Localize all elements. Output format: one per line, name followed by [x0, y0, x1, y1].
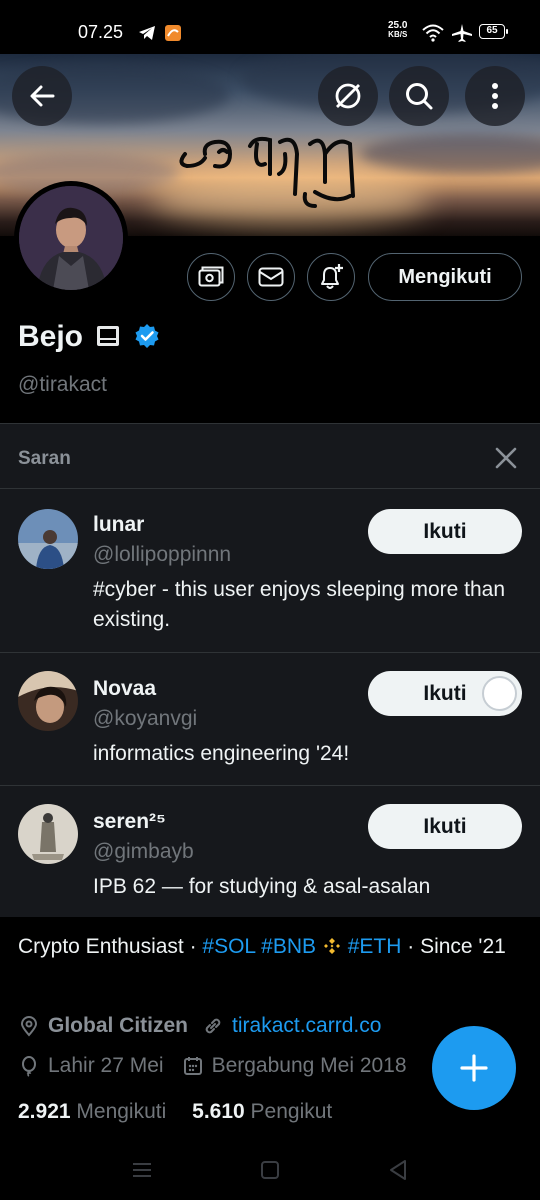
- follow-button[interactable]: Ikuti: [368, 804, 522, 849]
- notebook-emoji-icon: [97, 326, 120, 346]
- system-navigation-bar: [0, 1140, 540, 1200]
- network-speed: 25.0 KB/S: [388, 20, 408, 40]
- verified-badge-icon[interactable]: [134, 323, 160, 349]
- notifications-button[interactable]: [307, 253, 355, 301]
- home-button[interactable]: [256, 1156, 284, 1184]
- bnb-logo-icon: [323, 938, 340, 954]
- link-icon: [205, 1018, 221, 1034]
- back-button[interactable]: [12, 66, 72, 126]
- follow-button[interactable]: Ikuti: [368, 671, 522, 716]
- suggestion-avatar[interactable]: [18, 671, 78, 731]
- suggestion-item[interactable]: Novaa @koyanvgi informatics engineering …: [0, 652, 540, 785]
- message-button[interactable]: [247, 253, 295, 301]
- telegram-icon: [139, 26, 155, 40]
- search-button[interactable]: [389, 66, 449, 126]
- following-button[interactable]: Mengikuti: [368, 253, 522, 301]
- meta-dates-row: Lahir 27 Mei Bergabung Mei 2018: [18, 1054, 407, 1078]
- status-bar: 07.25 25.0 KB/S 65: [0, 0, 540, 54]
- tip-button[interactable]: [187, 253, 235, 301]
- close-icon[interactable]: [494, 446, 518, 470]
- suggestions-title: Saran: [18, 448, 71, 469]
- app-notification-icon: [165, 25, 181, 41]
- suggestions-panel: Saran lunar @lollipoppinnn #cyber - this…: [0, 423, 540, 917]
- banner-script-logo: [179, 136, 355, 208]
- grok-button[interactable]: [318, 66, 378, 126]
- suggestion-bio: informatics engineering '24!: [93, 742, 350, 765]
- plus-icon: [460, 1054, 488, 1082]
- hashtag-eth[interactable]: #ETH: [348, 935, 402, 958]
- suggestion-avatar[interactable]: [18, 804, 78, 864]
- more-vertical-icon: [492, 83, 498, 109]
- menu-lines-icon: [133, 1163, 151, 1177]
- suggestion-name[interactable]: seren²⁵: [93, 810, 166, 834]
- suggestion-handle: @gimbayb: [93, 840, 194, 863]
- suggestion-item[interactable]: seren²⁵ @gimbayb IPB 62 — for studying &…: [0, 785, 540, 918]
- search-icon: [406, 83, 433, 110]
- recent-apps-button[interactable]: [128, 1156, 156, 1184]
- follow-button[interactable]: Ikuti: [368, 509, 522, 554]
- wifi-icon: [422, 24, 444, 42]
- envelope-icon: [258, 267, 284, 287]
- following-count-link[interactable]: 2.921 Mengikuti: [18, 1100, 166, 1123]
- profile-handle: @tirakact: [18, 373, 108, 396]
- suggestion-name[interactable]: lunar: [93, 513, 144, 537]
- profile-bio: Crypto Enthusiast · #SOL #BNB #ETH · Sin…: [18, 935, 506, 958]
- battery-indicator: 65: [479, 24, 508, 39]
- location-pin-icon: [20, 1016, 38, 1037]
- suggestion-handle: @lollipoppinnn: [93, 543, 232, 566]
- follow-counts: 2.921 Mengikuti 5.610 Pengikut: [18, 1100, 332, 1124]
- joined-text: Bergabung Mei 2018: [211, 1054, 407, 1077]
- profile-name-row: Bejo: [18, 320, 160, 354]
- hashtag-sol[interactable]: #SOL: [202, 935, 255, 958]
- suggestion-bio: IPB 62 — for studying & asal-asalan: [93, 875, 431, 898]
- more-options-button[interactable]: [465, 66, 525, 126]
- money-tip-icon: [198, 266, 224, 287]
- birthday-text: Lahir 27 Mei: [48, 1054, 164, 1077]
- airplane-mode-icon: [452, 24, 472, 42]
- suggestion-item[interactable]: lunar @lollipoppinnn #cyber - this user …: [0, 488, 540, 652]
- location-text: Global Citizen: [48, 1014, 189, 1037]
- balloon-icon: [22, 1056, 36, 1077]
- follow-button-label: Ikuti: [423, 681, 467, 705]
- arrow-left-icon: [30, 85, 55, 107]
- avatar-photo: [19, 186, 123, 290]
- suggestion-handle: @koyanvgi: [93, 707, 198, 730]
- suggestion-avatar[interactable]: [18, 509, 78, 569]
- square-home-icon: [261, 1161, 279, 1179]
- suggestion-name[interactable]: Novaa: [93, 677, 156, 701]
- profile-avatar[interactable]: [14, 181, 128, 295]
- meta-location-row: Global Citizen tirakact.carrd.co: [18, 1014, 381, 1038]
- compose-post-button[interactable]: [432, 1026, 516, 1110]
- hashtag-bnb[interactable]: #BNB: [261, 935, 316, 958]
- suggestion-bio: #cyber - this user enjoys sleeping more …: [93, 578, 506, 631]
- status-time: 07.25: [78, 22, 124, 42]
- followers-count-link[interactable]: 5.610 Pengikut: [192, 1100, 332, 1123]
- display-name: Bejo: [18, 320, 84, 353]
- loading-spinner-icon: [482, 676, 517, 711]
- calendar-icon: [183, 1057, 202, 1075]
- website-link[interactable]: tirakact.carrd.co: [232, 1014, 381, 1038]
- triangle-back-icon: [390, 1160, 406, 1180]
- bell-plus-icon: [321, 264, 343, 289]
- grok-icon: [335, 83, 361, 109]
- back-nav-button[interactable]: [384, 1156, 412, 1184]
